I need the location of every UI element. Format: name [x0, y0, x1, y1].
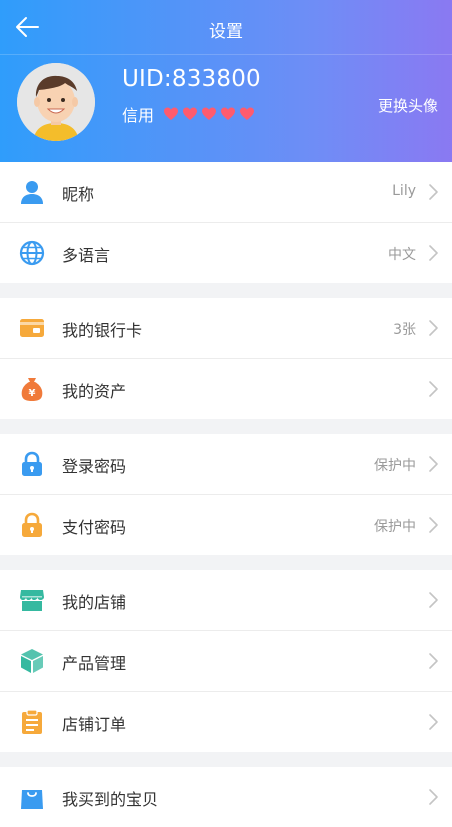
globe-icon: [19, 240, 45, 266]
chevron-right-icon: [428, 183, 440, 201]
chevron-right-icon: [428, 516, 440, 534]
group-separator: [0, 419, 452, 434]
settings-row-label: 我的资产: [62, 382, 127, 401]
settings-row-language[interactable]: 多语言 中文: [0, 223, 452, 283]
box-icon: [19, 648, 45, 674]
profile-header: 设置 UID:833800 信用 更换头像: [0, 0, 452, 162]
settings-row-value: 中文: [388, 247, 416, 263]
settings-row-product-management[interactable]: 产品管理: [0, 631, 452, 692]
settings-row-label: 昵称: [62, 185, 95, 204]
chevron-right-icon: [428, 455, 440, 473]
settings-group: 我的银行卡 3张 ¥ 我的资产: [0, 298, 452, 419]
heart-icon: [221, 107, 236, 120]
settings-row-shop-orders[interactable]: 店铺订单: [0, 692, 452, 752]
user-icon: [19, 179, 45, 205]
settings-row-value: Lily: [392, 183, 416, 199]
settings-row-label: 我的银行卡: [62, 321, 143, 340]
chevron-right-icon: [428, 713, 440, 731]
svg-text:¥: ¥: [29, 388, 36, 399]
settings-row-label: 我的店铺: [62, 593, 127, 612]
settings-row-value: 保护中: [374, 519, 416, 535]
settings-row-label: 我买到的宝贝: [62, 790, 159, 809]
avatar[interactable]: [17, 63, 95, 141]
settings-group: 昵称 Lily 多语言 中文: [0, 162, 452, 283]
clipboard-icon: [19, 709, 45, 735]
settings-row-value: 3张: [393, 322, 416, 338]
settings-row-label: 店铺订单: [62, 715, 127, 734]
heart-icon: [164, 107, 179, 120]
chevron-right-icon: [428, 244, 440, 262]
settings-row-label: 登录密码: [62, 457, 127, 476]
settings-row-pay-password[interactable]: 支付密码 保护中: [0, 495, 452, 555]
avatar-illustration: [17, 63, 95, 141]
settings-row-nickname[interactable]: 昵称 Lily: [0, 162, 452, 223]
lock-icon: [19, 451, 45, 477]
chevron-right-icon: [428, 591, 440, 609]
settings-row-login-password[interactable]: 登录密码 保护中: [0, 434, 452, 495]
user-uid: UID:833800: [122, 66, 261, 92]
change-avatar-button[interactable]: 更换头像: [378, 95, 438, 116]
page-title: 设置: [209, 22, 243, 42]
settings-row-label: 多语言: [62, 246, 111, 265]
settings-row-my-shop[interactable]: 我的店铺: [0, 570, 452, 631]
top-bar: 设置: [0, 0, 452, 55]
shop-icon: [19, 587, 45, 613]
credit-hearts: [163, 106, 258, 122]
chevron-right-icon: [428, 319, 440, 337]
settings-row-bank-card[interactable]: 我的银行卡 3张: [0, 298, 452, 359]
settings-row-assets[interactable]: ¥ 我的资产: [0, 359, 452, 419]
money-bag-icon: ¥: [19, 376, 45, 402]
chevron-right-icon: [428, 788, 440, 806]
settings-group: 我的店铺产品管理店铺订单: [0, 570, 452, 752]
heart-icon: [202, 107, 217, 120]
heart-icon: [183, 107, 198, 120]
group-separator: [0, 283, 452, 298]
settings-group: 登录密码 保护中 支付密码 保护中: [0, 434, 452, 555]
chevron-right-icon: [428, 380, 440, 398]
settings-group: 我买到的宝贝: [0, 767, 452, 827]
credit-rating: 信用: [122, 102, 258, 126]
settings-row-purchased[interactable]: 我买到的宝贝: [0, 767, 452, 827]
heart-icon: [240, 107, 255, 120]
settings-row-label: 产品管理: [62, 654, 127, 673]
group-separator: [0, 752, 452, 767]
chevron-right-icon: [428, 652, 440, 670]
card-icon: [19, 315, 45, 341]
group-separator: [0, 555, 452, 570]
lock-icon: [19, 512, 45, 538]
settings-row-value: 保护中: [374, 458, 416, 474]
settings-row-label: 支付密码: [62, 518, 127, 537]
bag-icon: [19, 784, 45, 810]
credit-label: 信用: [122, 106, 155, 125]
settings-list: 昵称 Lily 多语言 中文 我的银行卡 3张 ¥ 我的资产 登录密码 保护中 支付密码 保护中 我的店…: [0, 162, 452, 827]
